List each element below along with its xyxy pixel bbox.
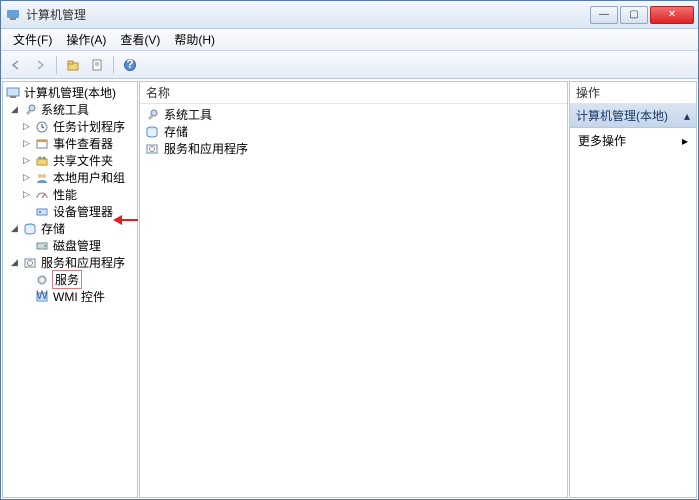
tree-label: 存储 (40, 220, 66, 237)
tree-label: 任务计划程序 (52, 118, 126, 135)
tree-storage[interactable]: ◢ 存储 (3, 220, 137, 237)
tree-performance[interactable]: ▷ 性能 (3, 186, 137, 203)
toolbar-separator (56, 56, 57, 74)
tree-label: WMI 控件 (52, 288, 106, 305)
tree-event-viewer[interactable]: ▷ 事件查看器 (3, 135, 137, 152)
tree-label: 本地用户和组 (52, 169, 126, 186)
menu-file[interactable]: 文件(F) (7, 29, 58, 50)
menubar: 文件(F) 操作(A) 查看(V) 帮助(H) (1, 29, 698, 51)
gauge-icon (34, 187, 50, 203)
titlebar: 计算机管理 — ▢ ✕ (1, 1, 698, 29)
window-frame: 计算机管理 — ▢ ✕ 文件(F) 操作(A) 查看(V) 帮助(H) ? 计算… (0, 0, 699, 500)
tree-system-tools[interactable]: ◢ 系统工具 (3, 101, 137, 118)
expand-icon[interactable]: ▷ (21, 138, 32, 149)
menu-view[interactable]: 查看(V) (114, 29, 166, 50)
column-name-header: 名称 (146, 84, 170, 101)
tools-icon (144, 107, 160, 123)
tree-label: 计算机管理(本地) (23, 84, 117, 101)
tree-local-users[interactable]: ▷ 本地用户和组 (3, 169, 137, 186)
disk-icon (34, 238, 50, 254)
detail-panel: 名称 系统工具 存储 服务和应用程序 (139, 81, 568, 498)
close-button[interactable]: ✕ (650, 6, 694, 24)
toolbar: ? (1, 51, 698, 79)
menu-help[interactable]: 帮助(H) (168, 29, 221, 50)
tree-label: 系统工具 (40, 101, 90, 118)
list-item-system-tools[interactable]: 系统工具 (142, 106, 565, 123)
tree-disk-mgmt[interactable]: ▷ 磁盘管理 (3, 237, 137, 254)
actions-section-label: 计算机管理(本地) (576, 107, 668, 124)
services-apps-icon (144, 141, 160, 157)
list-label: 存储 (164, 123, 188, 140)
properties-button[interactable] (86, 54, 108, 76)
share-icon (34, 153, 50, 169)
tree-panel[interactable]: 计算机管理(本地) ◢ 系统工具 ▷ 任务计划程序 ▷ 事件查看器 ▷ 共享文件… (2, 81, 138, 498)
window-controls: — ▢ ✕ (590, 6, 694, 24)
help-button[interactable]: ? (119, 54, 141, 76)
tree-services[interactable]: ▷ 服务 (3, 271, 137, 288)
event-icon (34, 136, 50, 152)
tools-icon (22, 102, 38, 118)
tree-label: 服务和应用程序 (40, 254, 126, 271)
users-icon (34, 170, 50, 186)
collapse-icon[interactable]: ◢ (9, 104, 20, 115)
tree-services-apps[interactable]: ◢ 服务和应用程序 (3, 254, 137, 271)
actions-title: 操作 (570, 82, 696, 104)
tree-label: 事件查看器 (52, 135, 114, 152)
forward-button[interactable] (29, 54, 51, 76)
tree-shared-folders[interactable]: ▷ 共享文件夹 (3, 152, 137, 169)
chevron-right-icon: ▸ (682, 134, 688, 148)
maximize-button[interactable]: ▢ (620, 6, 648, 24)
list-item-storage[interactable]: 存储 (142, 123, 565, 140)
expand-icon[interactable]: ▷ (21, 172, 32, 183)
detail-column-header[interactable]: 名称 (140, 82, 567, 104)
clock-icon (34, 119, 50, 135)
actions-more-label: 更多操作 (578, 132, 626, 149)
services-apps-icon (22, 255, 38, 271)
tree-device-manager[interactable]: ▷ 设备管理器 (3, 203, 137, 220)
list-item-services-apps[interactable]: 服务和应用程序 (142, 140, 565, 157)
toolbar-separator (113, 56, 114, 74)
computer-icon (5, 85, 21, 101)
minimize-button[interactable]: — (590, 6, 618, 24)
list-label: 系统工具 (164, 106, 212, 123)
collapse-icon[interactable]: ◢ (9, 223, 20, 234)
tree-label: 设备管理器 (52, 203, 114, 220)
tree-wmi[interactable]: ▷ W WMI 控件 (3, 288, 137, 305)
collapse-arrow-icon: ▴ (684, 109, 690, 123)
actions-section-header[interactable]: 计算机管理(本地) ▴ (570, 104, 696, 128)
menu-action[interactable]: 操作(A) (60, 29, 112, 50)
collapse-icon[interactable]: ◢ (9, 257, 20, 268)
svg-text:?: ? (126, 58, 133, 71)
back-button[interactable] (5, 54, 27, 76)
window-title: 计算机管理 (26, 6, 590, 23)
expand-icon[interactable]: ▷ (21, 155, 32, 166)
tree-label: 服务 (52, 270, 82, 289)
tree-label: 性能 (52, 186, 78, 203)
tree-root[interactable]: 计算机管理(本地) (3, 84, 137, 101)
tree-label: 共享文件夹 (52, 152, 114, 169)
list-label: 服务和应用程序 (164, 140, 248, 157)
actions-more[interactable]: 更多操作 ▸ (570, 128, 696, 153)
gear-icon (34, 272, 50, 288)
storage-icon (22, 221, 38, 237)
expand-icon[interactable]: ▷ (21, 121, 32, 132)
expand-icon[interactable]: ▷ (21, 189, 32, 200)
tree-label: 磁盘管理 (52, 237, 102, 254)
svg-text:W: W (36, 290, 48, 302)
actions-panel: 操作 计算机管理(本地) ▴ 更多操作 ▸ (569, 81, 697, 498)
storage-icon (144, 124, 160, 140)
tree-task-scheduler[interactable]: ▷ 任务计划程序 (3, 118, 137, 135)
app-icon (5, 7, 21, 23)
up-folder-button[interactable] (62, 54, 84, 76)
content-area: 计算机管理(本地) ◢ 系统工具 ▷ 任务计划程序 ▷ 事件查看器 ▷ 共享文件… (1, 79, 698, 499)
device-icon (34, 204, 50, 220)
wmi-icon: W (34, 289, 50, 305)
detail-list[interactable]: 系统工具 存储 服务和应用程序 (140, 104, 567, 497)
